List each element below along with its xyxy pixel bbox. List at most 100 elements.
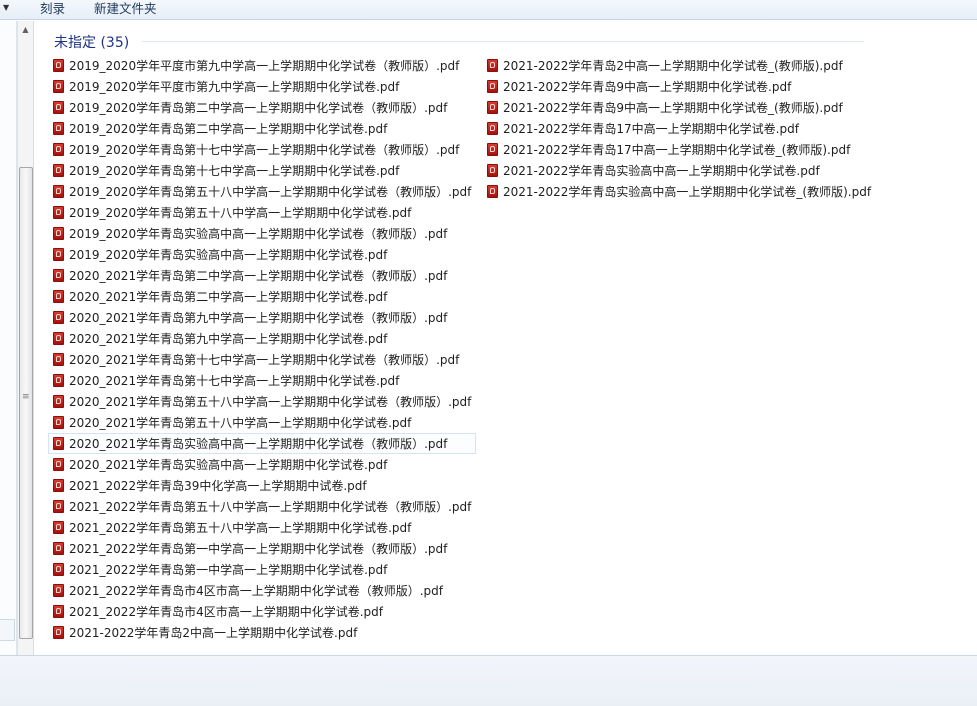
file-name-label: 2021-2022学年青岛2中高一上学期期中化学试卷_(教师版).pdf: [503, 59, 843, 73]
new-folder-button[interactable]: 新建文件夹: [94, 0, 157, 17]
pdf-file-icon: [487, 185, 498, 198]
file-item[interactable]: 2019_2020学年平度市第九中学高一上学期期中化学试卷.pdf: [48, 76, 476, 97]
file-name-label: 2021-2022学年青岛9中高一上学期期中化学试卷.pdf: [503, 80, 792, 94]
file-item[interactable]: 2019_2020学年平度市第九中学高一上学期期中化学试卷（教师版）.pdf: [48, 55, 476, 76]
pdf-file-icon: [53, 626, 64, 639]
file-item[interactable]: 2021_2022学年青岛市4区市高一上学期期中化学试卷.pdf: [48, 601, 476, 622]
pdf-file-icon: [53, 416, 64, 429]
pdf-file-icon: [53, 269, 64, 282]
file-item[interactable]: 2019_2020学年青岛实验高中高一上学期期中化学试卷（教师版）.pdf: [48, 223, 476, 244]
group-header[interactable]: 未指定 (35): [54, 32, 129, 52]
file-item[interactable]: 2021-2022学年青岛2中高一上学期期中化学试卷.pdf: [48, 622, 476, 643]
file-name-label: 2019_2020学年青岛第十七中学高一上学期期中化学试卷（教师版）.pdf: [69, 143, 460, 157]
file-item[interactable]: 2019_2020学年青岛第十七中学高一上学期期中化学试卷.pdf: [48, 160, 476, 181]
command-bar: ▼ 刻录 新建文件夹: [0, 0, 977, 20]
pdf-file-icon: [53, 311, 64, 324]
pdf-file-icon: [487, 143, 498, 156]
file-item[interactable]: 2020_2021学年青岛实验高中高一上学期期中化学试卷（教师版）.pdf: [48, 433, 477, 454]
file-name-label: 2020_2021学年青岛第二中学高一上学期期中化学试卷（教师版）.pdf: [69, 269, 448, 283]
scroll-thumb[interactable]: ≡: [19, 167, 33, 639]
file-item[interactable]: 2021-2022学年青岛2中高一上学期期中化学试卷_(教师版).pdf: [482, 55, 876, 76]
file-name-label: 2020_2021学年青岛实验高中高一上学期期中化学试卷（教师版）.pdf: [69, 437, 448, 451]
file-item[interactable]: 2021-2022学年青岛实验高中高一上学期期中化学试卷_(教师版).pdf: [482, 181, 876, 202]
pdf-file-icon: [53, 542, 64, 555]
file-item[interactable]: 2021_2022学年青岛第一中学高一上学期期中化学试卷（教师版）.pdf: [48, 538, 476, 559]
pdf-file-icon: [53, 290, 64, 303]
file-name-label: 2019_2020学年青岛第十七中学高一上学期期中化学试卷.pdf: [69, 164, 400, 178]
file-item[interactable]: 2020_2021学年青岛第五十八中学高一上学期期中化学试卷（教师版）.pdf: [48, 391, 476, 412]
pdf-file-icon: [53, 332, 64, 345]
file-name-label: 2020_2021学年青岛第十七中学高一上学期期中化学试卷.pdf: [69, 374, 400, 388]
file-item[interactable]: 2021-2022学年青岛9中高一上学期期中化学试卷.pdf: [482, 76, 876, 97]
pdf-file-icon: [53, 521, 64, 534]
file-name-label: 2021_2022学年青岛市4区市高一上学期期中化学试卷.pdf: [69, 605, 383, 619]
pdf-file-icon: [53, 248, 64, 261]
pdf-file-icon: [53, 479, 64, 492]
pdf-file-icon: [53, 395, 64, 408]
vertical-scrollbar[interactable]: ▲ ≡: [17, 21, 34, 655]
pdf-file-icon: [53, 80, 64, 93]
file-name-label: 2020_2021学年青岛第五十八中学高一上学期期中化学试卷（教师版）.pdf: [69, 395, 472, 409]
file-name-label: 2021-2022学年青岛实验高中高一上学期期中化学试卷_(教师版).pdf: [503, 185, 872, 199]
file-item[interactable]: 2021-2022学年青岛9中高一上学期期中化学试卷_(教师版).pdf: [482, 97, 876, 118]
file-item[interactable]: 2020_2021学年青岛第二中学高一上学期期中化学试卷.pdf: [48, 286, 476, 307]
pdf-file-icon: [53, 437, 64, 450]
pdf-file-icon: [53, 143, 64, 156]
file-item[interactable]: 2020_2021学年青岛第五十八中学高一上学期期中化学试卷.pdf: [48, 412, 476, 433]
file-name-label: 2021-2022学年青岛17中高一上学期期中化学试卷_(教师版).pdf: [503, 143, 851, 157]
chevron-down-icon[interactable]: ▼: [3, 3, 9, 12]
file-item[interactable]: 2021_2022学年青岛第五十八中学高一上学期期中化学试卷.pdf: [48, 517, 476, 538]
file-item[interactable]: 2021-2022学年青岛实验高中高一上学期期中化学试卷.pdf: [482, 160, 876, 181]
pdf-file-icon: [487, 101, 498, 114]
scroll-up-arrow-icon[interactable]: ▲: [18, 21, 33, 38]
file-item[interactable]: 2021_2022学年青岛第五十八中学高一上学期期中化学试卷（教师版）.pdf: [48, 496, 476, 517]
file-name-label: 2019_2020学年青岛实验高中高一上学期期中化学试卷.pdf: [69, 248, 388, 262]
file-item[interactable]: 2021_2022学年青岛市4区市高一上学期期中化学试卷（教师版）.pdf: [48, 580, 476, 601]
file-name-label: 2021_2022学年青岛39中化学高一上学期期中试卷.pdf: [69, 479, 367, 493]
pdf-file-icon: [53, 458, 64, 471]
grip-icon: ≡: [22, 392, 30, 402]
file-item[interactable]: 2020_2021学年青岛第十七中学高一上学期期中化学试卷.pdf: [48, 370, 476, 391]
file-item[interactable]: 2019_2020学年青岛第二中学高一上学期期中化学试卷（教师版）.pdf: [48, 97, 476, 118]
pdf-file-icon: [53, 164, 64, 177]
file-name-label: 2020_2021学年青岛第五十八中学高一上学期期中化学试卷.pdf: [69, 416, 412, 430]
file-item[interactable]: 2020_2021学年青岛第十七中学高一上学期期中化学试卷（教师版）.pdf: [48, 349, 476, 370]
file-item[interactable]: 2020_2021学年青岛第九中学高一上学期期中化学试卷.pdf: [48, 328, 476, 349]
file-item[interactable]: 2021-2022学年青岛17中高一上学期期中化学试卷.pdf: [482, 118, 876, 139]
pdf-file-icon: [487, 59, 498, 72]
pdf-file-icon: [53, 584, 64, 597]
file-item[interactable]: 2019_2020学年青岛实验高中高一上学期期中化学试卷.pdf: [48, 244, 476, 265]
file-name-label: 2019_2020学年青岛实验高中高一上学期期中化学试卷（教师版）.pdf: [69, 227, 448, 241]
file-name-label: 2020_2021学年青岛第十七中学高一上学期期中化学试卷（教师版）.pdf: [69, 353, 460, 367]
file-item[interactable]: 2020_2021学年青岛第二中学高一上学期期中化学试卷（教师版）.pdf: [48, 265, 476, 286]
pdf-file-icon: [487, 80, 498, 93]
file-item[interactable]: 2020_2021学年青岛第九中学高一上学期期中化学试卷（教师版）.pdf: [48, 307, 476, 328]
file-item[interactable]: 2019_2020学年青岛第五十八中学高一上学期期中化学试卷（教师版）.pdf: [48, 181, 476, 202]
pdf-file-icon: [53, 185, 64, 198]
file-item[interactable]: 2020_2021学年青岛实验高中高一上学期期中化学试卷.pdf: [48, 454, 476, 475]
file-item[interactable]: 2019_2020学年青岛第五十八中学高一上学期期中化学试卷.pdf: [48, 202, 476, 223]
nav-pane-item[interactable]: [0, 619, 15, 641]
file-name-label: 2021_2022学年青岛第五十八中学高一上学期期中化学试卷（教师版）.pdf: [69, 500, 472, 514]
navigation-pane: [0, 21, 17, 655]
pdf-file-icon: [487, 164, 498, 177]
file-name-label: 2021-2022学年青岛实验高中高一上学期期中化学试卷.pdf: [503, 164, 820, 178]
group-divider: [142, 41, 864, 42]
file-name-label: 2019_2020学年青岛第二中学高一上学期期中化学试卷.pdf: [69, 122, 388, 136]
pdf-file-icon: [53, 605, 64, 618]
pdf-file-icon: [53, 374, 64, 387]
file-item[interactable]: 2019_2020学年青岛第十七中学高一上学期期中化学试卷（教师版）.pdf: [48, 139, 476, 160]
file-item[interactable]: 2021_2022学年青岛第一中学高一上学期期中化学试卷.pdf: [48, 559, 476, 580]
file-column-2: 2021-2022学年青岛2中高一上学期期中化学试卷_(教师版).pdf 2021…: [482, 55, 876, 202]
pdf-file-icon: [487, 122, 498, 135]
file-name-label: 2020_2021学年青岛第九中学高一上学期期中化学试卷（教师版）.pdf: [69, 311, 448, 325]
file-name-label: 2021-2022学年青岛17中高一上学期期中化学试卷.pdf: [503, 122, 799, 136]
file-item[interactable]: 2021_2022学年青岛39中化学高一上学期期中试卷.pdf: [48, 475, 476, 496]
burn-button[interactable]: 刻录: [40, 0, 65, 17]
pdf-file-icon: [53, 227, 64, 240]
file-name-label: 2019_2020学年平度市第九中学高一上学期期中化学试卷（教师版）.pdf: [69, 59, 460, 73]
file-name-label: 2020_2021学年青岛第二中学高一上学期期中化学试卷.pdf: [69, 290, 388, 304]
file-item[interactable]: 2021-2022学年青岛17中高一上学期期中化学试卷_(教师版).pdf: [482, 139, 876, 160]
file-name-label: 2021-2022学年青岛2中高一上学期期中化学试卷.pdf: [69, 626, 358, 640]
file-item[interactable]: 2019_2020学年青岛第二中学高一上学期期中化学试卷.pdf: [48, 118, 476, 139]
